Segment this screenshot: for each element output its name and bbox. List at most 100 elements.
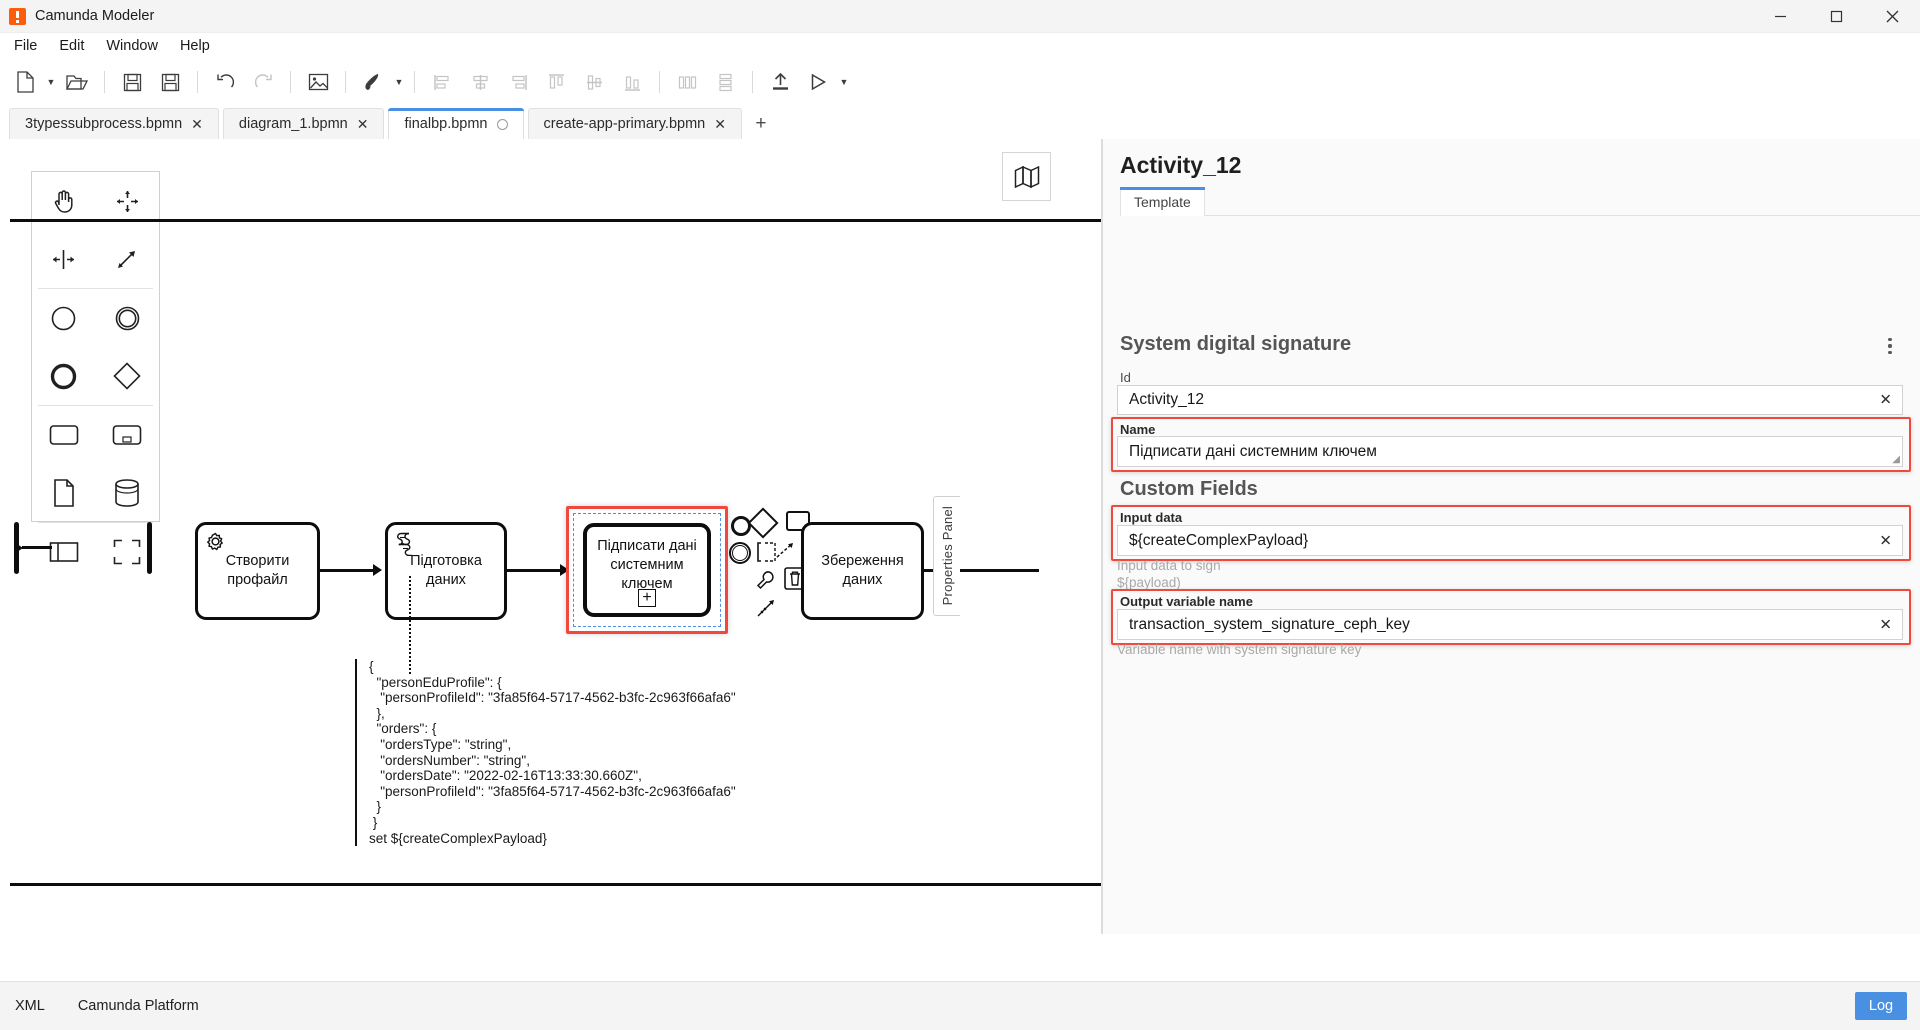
task-icon[interactable] [32,406,96,464]
id-field-label: Id [1120,370,1131,385]
custom-fields-title: Custom Fields [1120,478,1258,500]
bpmn-canvas[interactable]: Створити профайл Підготовка даних Підпис… [0,139,1101,934]
minimap-toggle-button[interactable] [1002,152,1051,201]
redo-icon[interactable] [246,65,280,99]
connect-icon[interactable] [776,541,796,566]
align-right-icon[interactable] [501,65,535,99]
flow-arrow-1 [373,564,382,576]
wrench-icon[interactable] [756,570,776,595]
export-image-icon[interactable] [301,65,335,99]
tab-close-icon[interactable]: ✕ [714,117,726,131]
input-data-field-clear-icon[interactable]: ✕ [1879,533,1892,548]
kebab-menu-icon[interactable] [1880,333,1900,359]
maximize-icon[interactable] [1808,0,1864,33]
run-icon[interactable] [801,65,835,99]
open-file-icon[interactable] [60,65,94,99]
toolbar-divider [659,71,660,93]
format-brush-icon[interactable] [356,65,390,99]
name-field[interactable]: Підписати дані системним ключем ◢ [1117,436,1903,467]
bpmn-task-label: Підписати дані системним ключем [597,538,697,592]
tab-create-app-primary[interactable]: create-app-primary.bpmn ✕ [527,108,742,139]
format-brush-dropdown-caret-icon[interactable]: ▼ [392,65,406,99]
tab-close-icon[interactable]: ✕ [191,117,203,131]
output-variable-name-field-label: Output variable name [1120,594,1253,609]
toolbar-divider [197,71,198,93]
align-left-icon[interactable] [425,65,459,99]
menu-item-help[interactable]: Help [169,35,221,57]
window-title: Camunda Modeler [35,8,155,24]
close-icon[interactable] [1864,0,1920,33]
output-variable-name-field-value: transaction_system_signature_ceph_key [1129,615,1410,633]
status-bar: XML Camunda Platform Log [0,981,1920,1030]
service-task-gear-icon [206,532,228,560]
status-xml-button[interactable]: XML [15,998,45,1014]
append-gateway-icon[interactable] [747,507,779,539]
pool-bottom-border [10,883,1101,886]
minimize-icon[interactable] [1752,0,1808,33]
menu-item-window[interactable]: Window [95,35,169,57]
menu-item-edit[interactable]: Edit [48,35,95,57]
textarea-resize-handle-icon[interactable]: ◢ [1892,455,1900,465]
change-type-icon[interactable] [756,598,776,623]
tab-template[interactable]: Template [1120,187,1205,216]
bpmn-task-prepare-data[interactable]: Підготовка даних [385,522,507,620]
status-platform-label[interactable]: Camunda Platform [78,998,199,1014]
properties-panel-handle[interactable]: Properties Panel [933,496,960,616]
append-end-event-icon[interactable] [731,516,751,536]
new-file-icon[interactable] [8,65,42,99]
bpmn-task-create-profile[interactable]: Створити профайл [195,522,320,620]
align-center-icon[interactable] [463,65,497,99]
append-inner-circle-icon [732,545,748,561]
distribute-vertical-icon[interactable] [708,65,742,99]
connect-tool-icon[interactable] [96,230,160,288]
script-task-icon [396,532,417,562]
toolbar-divider [104,71,105,93]
data-object-icon[interactable] [32,464,96,522]
participant-icon[interactable] [32,523,96,581]
subprocess-expand-marker-icon[interactable]: + [638,589,656,607]
tab-finalbp[interactable]: finalbp.bpmn [388,108,524,139]
menu-bar: File Edit Window Help [0,33,1920,59]
id-field[interactable]: Activity_12 ✕ [1117,385,1903,415]
undo-icon[interactable] [208,65,242,99]
align-top-icon[interactable] [539,65,573,99]
gateway-icon[interactable] [96,347,160,405]
bpmn-task-label: Збереження даних [821,553,904,588]
bpmn-task-label: Підготовка даних [410,553,482,588]
tab-close-icon[interactable]: ✕ [357,117,369,131]
align-bottom-icon[interactable] [615,65,649,99]
new-file-dropdown-caret-icon[interactable]: ▼ [44,65,58,99]
name-field-label: Name [1120,422,1156,437]
pool-top-border [10,219,1101,222]
input-data-field[interactable]: ${createComplexPayload} ✕ [1117,525,1903,556]
data-store-icon[interactable] [96,464,160,522]
align-middle-icon[interactable] [577,65,611,99]
log-button[interactable]: Log [1855,992,1907,1020]
output-variable-name-field[interactable]: transaction_system_signature_ceph_key ✕ [1117,609,1903,640]
new-tab-button[interactable]: + [746,108,776,139]
intermediate-event-icon[interactable] [96,289,160,347]
tab-label: diagram_1.bpmn [238,116,348,132]
save-as-icon[interactable] [153,65,187,99]
start-event-icon[interactable] [32,289,96,347]
tab-3typessubprocess[interactable]: 3typessubprocess.bpmn ✕ [9,108,219,139]
expanded-subprocess-icon[interactable] [96,406,160,464]
output-variable-name-field-clear-icon[interactable]: ✕ [1879,617,1892,632]
tab-diagram-1[interactable]: diagram_1.bpmn ✕ [222,108,385,139]
distribute-horizontal-icon[interactable] [670,65,704,99]
space-tool-icon[interactable] [32,230,96,288]
deploy-icon[interactable] [763,65,797,99]
editor-tab-bar: 3typessubprocess.bpmn ✕ diagram_1.bpmn ✕… [0,105,1920,139]
save-icon[interactable] [115,65,149,99]
tab-unsaved-dot-icon[interactable] [496,118,508,130]
text-annotation[interactable]: { "personEduProfile": { "personProfileId… [355,659,736,847]
menu-item-file[interactable]: File [3,35,48,57]
bpmn-task-save-data[interactable]: Збереження даних [801,522,924,620]
end-event-icon[interactable] [32,347,96,405]
append-text-annotation-icon[interactable] [756,541,778,568]
id-field-clear-icon[interactable]: ✕ [1879,393,1892,408]
window-controls [1752,0,1920,33]
bpmn-task-sign-data[interactable]: Підписати дані системним ключем + [583,523,711,617]
pool-start-bar-lower [147,522,152,574]
run-dropdown-caret-icon[interactable]: ▼ [837,65,851,99]
